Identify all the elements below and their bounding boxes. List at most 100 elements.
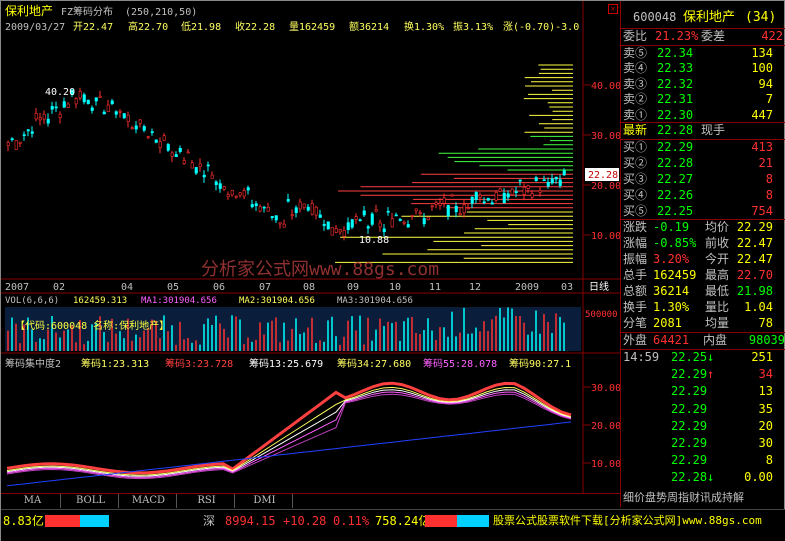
buy-price: 22.26 [657,188,694,202]
candle-body [446,204,450,217]
price-tick: 30.00 [591,131,620,142]
candle-body [142,126,146,131]
date-tick: 06 [213,282,225,293]
date-tick: 09 [347,282,359,293]
buy-price: 22.27 [657,172,694,186]
buy-row: 买③ 22.27 8 [621,171,785,188]
candle-body [90,107,94,111]
candle-body [286,199,290,202]
candle-body [490,202,494,205]
tab-rsi[interactable]: RSI [179,494,235,508]
chip-line-90 [6,381,572,475]
buy-label: 买③ [623,172,648,186]
tab-boll[interactable]: BOLL [63,494,119,508]
candle-body [546,181,550,187]
candle-body [330,227,334,236]
stat-value: 22.47 [736,236,773,250]
candle-body [334,228,338,233]
date-tick: 11 [429,282,441,293]
tick-qty: 35 [758,401,773,416]
stat-row: 总手 162459 最高 22.70 [621,267,785,284]
tab-ma[interactable]: MA [5,494,61,508]
tab-macd[interactable]: MACD [121,494,177,508]
status-ad-link[interactable]: 股票公式股票软件下载[分析家公式网]www.88gs.com [493,513,762,529]
candle-body [414,208,418,212]
stat-label: 总手 [623,268,648,282]
stat-label: 总额 [623,284,648,298]
candle-body [106,104,110,112]
chip-3: 筹码3:23.728 [165,357,233,370]
indicator-params: (250,210,50) [125,7,197,18]
latest-row: 最新 22.28 现手 [623,123,726,137]
ohlc-turnover: 换1.30% [404,20,444,33]
date-tick: 05 [167,282,179,293]
candle-body [362,210,366,216]
tick-row: 22.28 ↓ 0.00 [621,469,785,486]
stat-value: 162459 [653,268,697,282]
stat-value: 3.20% [653,252,690,266]
candle-body [242,190,246,197]
stat-label: 前收 [705,236,730,250]
stat-row: 振幅 3.20% 今开 22.47 [621,251,785,268]
date-tick: 08 [303,282,315,293]
vol-ma2: MA2:301904.656 [239,296,315,306]
status-sz-index: 8994.15 [225,514,276,528]
ohlc-high: 高22.70 [128,20,168,33]
tick-qty: 0.00 [744,470,773,485]
status-sz-label: 深 [203,514,216,528]
date-tick: 10 [389,282,401,293]
stat-label: 量比 [705,300,730,314]
candle-body [310,203,314,215]
candle-body [514,191,518,193]
candle-body [470,196,474,204]
weibi-row: 委比 21.23% 委差 422 [623,29,783,43]
tick-price: 22.29 [671,453,708,468]
date-tick: 2009 [515,282,539,293]
stat-value: 21.98 [736,284,773,298]
buy-price: 22.28 [657,156,694,170]
candle-body [202,174,206,178]
candle-body [134,125,138,130]
buy-row: 买④ 22.26 8 [621,187,785,204]
ohlc-date: 2009/03/27 [5,22,65,33]
candle-body [226,194,230,198]
chip-13: 筹码13:25.679 [249,357,323,370]
buy-label: 买① [623,140,648,154]
buy-qty: 754 [751,204,773,218]
stat-label: 换手 [623,300,648,314]
candle-body [210,174,214,179]
buy-label: 买② [623,156,648,170]
candle-body [74,98,78,105]
tick-price: 22.29 [671,436,708,450]
tick-qty: 13 [758,384,773,399]
candle-body [22,134,26,136]
ohlc-open: 开22.47 [73,22,113,33]
tick-qty: 20 [758,418,773,433]
tab-dmi[interactable]: DMI [237,494,293,508]
tick-arrow: ↓ [707,350,715,364]
status-advance-bar [45,515,109,527]
candle-body [438,203,442,206]
status-sz-bar [425,515,489,527]
close-icon[interactable]: ✕ [608,4,618,14]
tick-row: 22.29 8 [621,452,785,469]
candle-body [34,113,38,120]
tick-qty: 251 [751,350,773,364]
candle-body [10,138,14,141]
right-panel-tabs[interactable]: 细价盘势周指财讯成持解 [621,489,785,506]
kline-chart[interactable]: 保利地产 FZ筹码分布 (250,210,50) 2009/03/27 开22.… [1,1,620,493]
stat-row: 涨跌 -0.19 均价 22.29 [621,219,785,236]
candle-body [138,119,142,124]
buy-price: 22.29 [657,140,694,154]
candle-body [442,197,446,204]
candle-body [122,113,126,119]
stat-value: 78 [758,316,773,330]
chip-label: 筹码集中度2 [5,357,61,370]
candle-body [254,203,258,207]
candle-body [94,97,98,102]
chip-axis-tick: 20.00 [591,421,620,432]
candle-body [82,94,86,103]
candle-body [170,152,174,157]
candle-body [266,207,270,212]
candle-body [542,179,546,182]
